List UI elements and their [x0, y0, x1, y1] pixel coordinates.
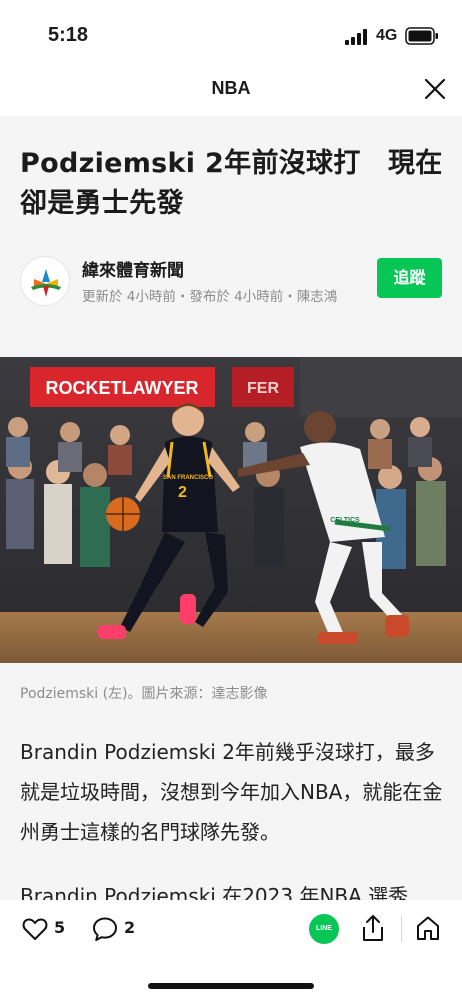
article-content[interactable]: Podziemski 2年前沒球打 現在卻是勇士先發 緯來體育新聞 更新於 4小… — [0, 116, 462, 900]
arena-banner-text: ROCKETLAWYER — [46, 378, 199, 398]
home-indicator[interactable] — [148, 983, 314, 989]
divider — [401, 916, 402, 942]
source-name[interactable]: 緯來體育新聞 — [82, 256, 184, 281]
share-icon[interactable] — [360, 913, 386, 943]
comment-icon[interactable] — [92, 916, 118, 942]
comment-count: 2 — [124, 918, 136, 937]
source-row: 緯來體育新聞 更新於 4小時前・發布於 4小時前・陳志鴻 追蹤 — [20, 256, 442, 336]
line-share-button[interactable]: LINE — [309, 914, 339, 944]
signal-icon — [345, 29, 367, 45]
close-icon[interactable] — [422, 76, 448, 102]
action-bar: 5 2 LINE — [0, 900, 462, 1000]
status-bar: 5:18 4G — [0, 0, 462, 66]
article-headline: Podziemski 2年前沒球打 現在卻是勇士先發 — [20, 148, 443, 219]
source-logo[interactable] — [20, 256, 70, 306]
article-paragraph: Brandin Podziemski 在2023 年NBA 選秀 — [20, 884, 409, 900]
like-count: 5 — [54, 918, 66, 937]
home-icon[interactable] — [415, 915, 441, 941]
publish-meta: 更新於 4小時前・發布於 4小時前・陳志鴻 — [82, 289, 338, 305]
nav-bar: NBA — [0, 66, 462, 116]
status-time: 5:18 — [48, 24, 89, 46]
battery-icon — [405, 27, 438, 45]
photo-caption: Podziemski (左)。圖片來源：達志影像 — [20, 686, 268, 702]
arena-banner-text-right: FER — [247, 380, 279, 397]
player-jersey-team: SAN FRANCISCO — [163, 475, 213, 481]
page-title: NBA — [211, 78, 251, 98]
network-type: 4G — [376, 27, 398, 44]
heart-icon[interactable] — [22, 917, 48, 941]
follow-button[interactable]: 追蹤 — [377, 258, 442, 298]
article-paragraph: Brandin Podziemski 2年前幾乎沒球打，最多就是垃圾時間，沒想到… — [20, 740, 443, 844]
article-photo[interactable]: ROCKETLAWYER FER 2 SAN FRANCISCO CELTICS — [0, 357, 462, 663]
player-jersey-number: 2 — [178, 484, 187, 501]
